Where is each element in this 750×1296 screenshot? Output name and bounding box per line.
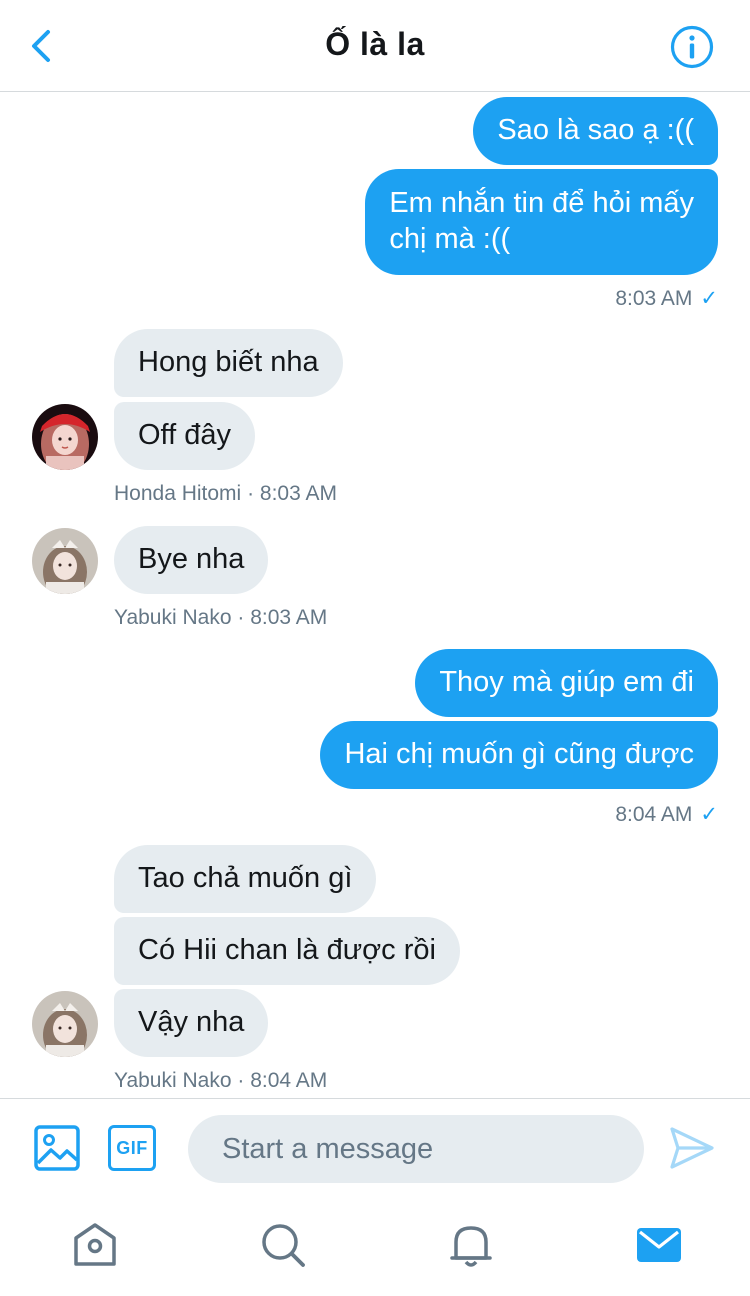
message-sender-meta: Honda Hitomi · 8:03 AM <box>114 482 337 505</box>
message-input[interactable]: Start a message <box>188 1115 644 1183</box>
message-bubble-outgoing[interactable]: Em nhắn tin để hỏi mấy chị mà :(( <box>365 169 718 275</box>
conversation-header: Ố là la <box>0 0 750 92</box>
gif-button[interactable]: GIF <box>108 1125 156 1171</box>
message-bubble-incoming[interactable]: Hong biết nha <box>114 329 343 397</box>
message-bubble-incoming[interactable]: Vậy nha <box>114 989 269 1057</box>
message-timestamp: 8:04 AM ✓ <box>615 803 718 826</box>
message-bubble-incoming[interactable]: Bye nha <box>114 526 269 594</box>
message-timestamp: 8:03 AM ✓ <box>615 287 718 310</box>
message-composer: GIF Start a message <box>0 1098 750 1198</box>
message-bubble-outgoing[interactable]: Sao là sao ạ :(( <box>473 97 718 165</box>
avatar-honda-hitomi[interactable] <box>32 404 98 470</box>
mail-icon[interactable] <box>634 1220 684 1270</box>
message-bubble-incoming[interactable]: Off đây <box>114 402 255 470</box>
conversation-title[interactable]: Ố là la <box>0 26 750 63</box>
search-icon[interactable] <box>258 1220 308 1270</box>
read-check-icon: ✓ <box>700 803 718 826</box>
message-bubble-outgoing[interactable]: Hai chị muốn gì cũng được <box>320 721 718 789</box>
message-bubble-incoming[interactable]: Có Hii chan là được rồi <box>114 917 460 985</box>
message-sender-meta: Yabuki Nako · 8:03 AM <box>114 606 328 629</box>
message-sender-meta: Yabuki Nako · 8:04 AM <box>114 1069 328 1092</box>
avatar-yabuki-nako[interactable] <box>32 991 98 1057</box>
message-feed[interactable]: Sao là sao ạ :(( Em nhắn tin để hỏi mấy … <box>0 92 750 1098</box>
send-icon[interactable] <box>668 1125 716 1171</box>
read-check-icon: ✓ <box>700 287 718 310</box>
message-bubble-outgoing[interactable]: Thoy mà giúp em đi <box>415 649 718 717</box>
bottom-tab-bar <box>0 1198 750 1296</box>
info-icon[interactable] <box>670 25 714 69</box>
image-icon[interactable] <box>34 1125 80 1171</box>
bell-icon[interactable] <box>446 1220 496 1270</box>
home-icon[interactable] <box>70 1220 120 1270</box>
message-bubble-incoming[interactable]: Tao chả muốn gì <box>114 845 377 913</box>
avatar-yabuki-nako[interactable] <box>32 528 98 594</box>
